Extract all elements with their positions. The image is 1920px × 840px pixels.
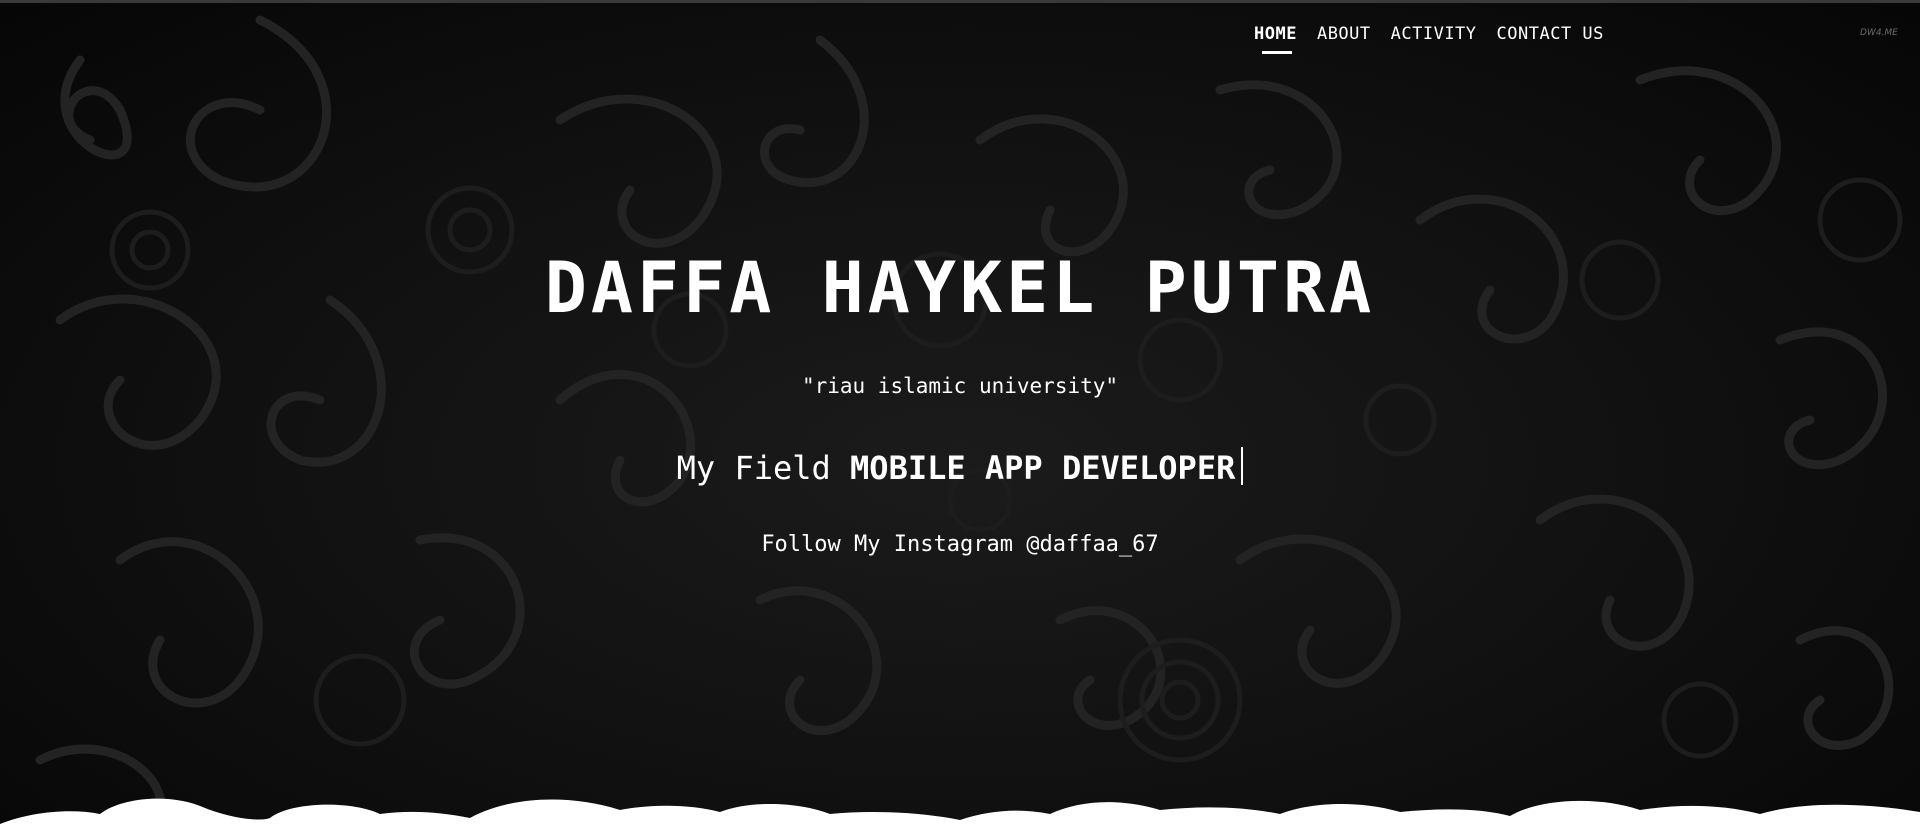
hero-field-line: My Field MOBILE APP DEVELOPER — [0, 446, 1920, 490]
nav-item-home-label: HOME — [1254, 24, 1297, 44]
top-edge-bar — [0, 0, 1920, 3]
watermark-logo: DW4.ME — [1860, 28, 1898, 38]
cloud-wave-divider — [0, 798, 1920, 840]
field-prefix: My Field — [676, 449, 831, 487]
instagram-follow-text: Follow My Instagram @daffaa_67 — [761, 532, 1159, 557]
hero-name-heading: DAFFA HAYKEL PUTRA — [544, 247, 1376, 329]
hero-university-quote: "riau islamic university" — [801, 374, 1119, 398]
nav-item-activity[interactable]: ACTIVITY — [1391, 24, 1477, 54]
page: HOME ABOUT ACTIVITY CONTACT US DW4.ME DA… — [0, 0, 1920, 840]
nav-item-contact-us-label: CONTACT US — [1496, 24, 1604, 44]
nav-active-underline — [1262, 51, 1292, 54]
paisley-background-pattern — [35, 15, 1903, 840]
field-typed-value: MOBILE APP DEVELOPER — [850, 449, 1236, 487]
nav-item-home[interactable]: HOME — [1254, 24, 1297, 54]
nav-item-activity-label: ACTIVITY — [1390, 24, 1477, 44]
main-navigation: HOME ABOUT ACTIVITY CONTACT US — [1254, 24, 1604, 54]
nav-item-about-label: ABOUT — [1316, 24, 1371, 44]
typing-cursor — [1241, 447, 1244, 485]
nav-item-contact-us[interactable]: CONTACT US — [1497, 24, 1604, 54]
nav-item-about[interactable]: ABOUT — [1317, 24, 1371, 54]
